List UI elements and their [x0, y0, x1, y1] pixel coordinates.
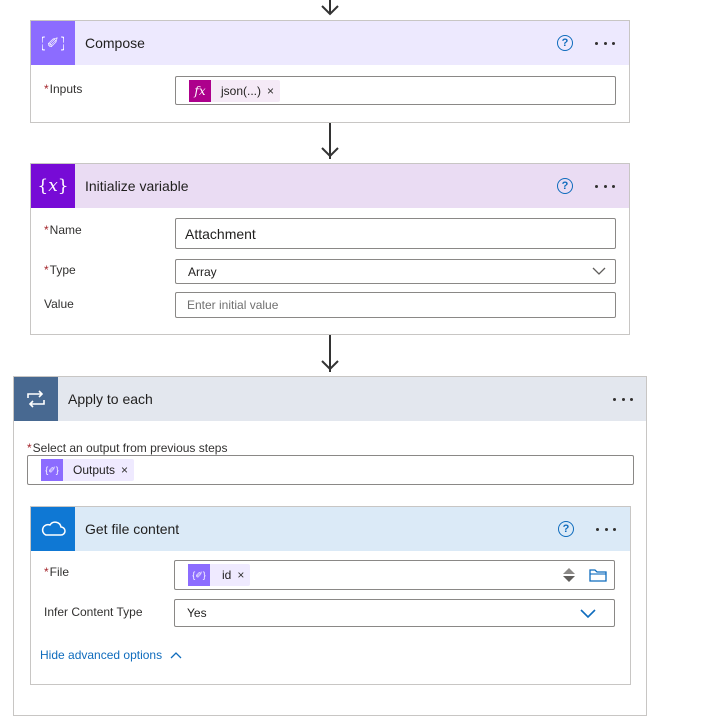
name-label: *Name [44, 223, 82, 237]
compose-card[interactable]: {✐} Compose ? *Inputs fx json(...) × [30, 20, 630, 123]
loop-icon [14, 377, 58, 421]
arrow-down-icon [321, 5, 339, 16]
arrow-down-icon [321, 147, 339, 158]
compose-header[interactable]: {✐} Compose ? [31, 21, 629, 65]
hide-advanced-options-label: Hide advanced options [40, 648, 163, 662]
hide-advanced-options-link[interactable]: Hide advanced options [40, 648, 182, 662]
apply-to-each-header[interactable]: Apply to each [14, 377, 646, 421]
remove-token-icon[interactable]: × [121, 463, 134, 477]
json-expression-token[interactable]: fx json(...) × [189, 80, 281, 102]
file-label: *File [44, 565, 70, 579]
chevron-up-icon [170, 652, 182, 659]
name-value: Attachment [185, 225, 256, 242]
svg-text:{✐}: {✐} [42, 34, 64, 52]
value-placeholder: Enter initial value [187, 298, 279, 312]
select-output-label: *Select an output from previous steps [27, 441, 228, 455]
chevron-down-icon [580, 609, 596, 619]
more-options-icon[interactable] [613, 397, 633, 401]
chevron-down-icon [592, 267, 606, 275]
infer-content-type-value: Yes [187, 606, 207, 620]
name-input[interactable]: Attachment [175, 218, 616, 249]
value-input[interactable]: Enter initial value [175, 292, 616, 318]
infer-content-type-label: Infer Content Type [44, 605, 143, 619]
help-icon[interactable]: ? [557, 178, 573, 194]
inputs-field[interactable]: fx json(...) × [175, 76, 616, 105]
select-output-field[interactable]: {✐} Outputs × [27, 455, 634, 485]
file-field[interactable]: {✐} id × [174, 560, 615, 590]
compose-title: Compose [85, 35, 145, 51]
arrow-down-icon [321, 360, 339, 371]
token-label: json(...) [221, 84, 262, 98]
help-icon[interactable]: ? [557, 35, 573, 51]
type-select[interactable]: Array [175, 259, 616, 284]
get-file-content-header[interactable]: Get file content ? [31, 507, 630, 551]
outputs-token[interactable]: {✐} Outputs × [41, 459, 135, 481]
code-braces-icon: {✐} [31, 21, 75, 65]
type-value: Array [188, 264, 217, 279]
stepper-icon[interactable] [559, 565, 579, 585]
inputs-label: *Inputs [44, 82, 83, 96]
folder-icon[interactable] [589, 568, 607, 582]
code-braces-icon: {✐} [188, 564, 210, 586]
function-fx-icon: fx [189, 80, 211, 102]
get-file-content-title: Get file content [85, 521, 180, 537]
code-braces-icon: {✐} [41, 459, 63, 481]
get-file-content-card[interactable]: Get file content ? *File {✐} id × Infer … [30, 506, 631, 685]
initialize-variable-card[interactable]: {x} Initialize variable ? *Name Attachme… [30, 163, 630, 335]
initialize-variable-header[interactable]: {x} Initialize variable ? [31, 164, 629, 208]
apply-to-each-card[interactable]: Apply to each *Select an output from pre… [13, 376, 647, 716]
type-label: *Type [44, 263, 76, 277]
help-icon[interactable]: ? [558, 521, 574, 537]
token-label: id [222, 568, 232, 582]
more-options-icon[interactable] [595, 184, 615, 188]
token-label: Outputs [73, 463, 116, 477]
remove-token-icon[interactable]: × [237, 568, 250, 582]
value-label: Value [44, 297, 74, 311]
infer-content-type-select[interactable]: Yes [174, 599, 615, 627]
id-token[interactable]: {✐} id × [188, 564, 251, 586]
onedrive-cloud-icon [31, 507, 75, 551]
more-options-icon[interactable] [595, 41, 615, 45]
remove-token-icon[interactable]: × [267, 84, 280, 98]
more-options-icon[interactable] [596, 527, 616, 531]
apply-to-each-title: Apply to each [68, 391, 153, 407]
variable-braces-icon: {x} [31, 164, 75, 208]
initialize-variable-title: Initialize variable [85, 178, 189, 194]
